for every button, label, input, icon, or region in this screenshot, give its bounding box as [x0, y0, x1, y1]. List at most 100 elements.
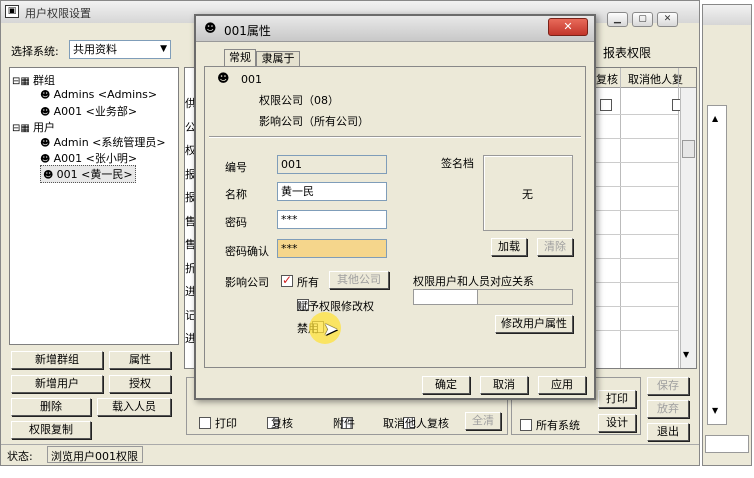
tree-item-label: 用户	[33, 120, 56, 134]
name-label: 名称	[225, 188, 247, 201]
tree-item-label: 001 <黄一民>	[56, 168, 133, 181]
scroll-thumb[interactable]	[682, 140, 695, 158]
secondary-titlebar	[703, 5, 751, 25]
signature-box: 无	[483, 155, 573, 231]
properties-dialog: ☻ 001属性 ✕ 常规 隶属于 ☻ 001 权限公司（08） 影响公司（所有公…	[194, 14, 596, 400]
add-group-button[interactable]: 新增群组	[11, 351, 103, 369]
col-header-review: 复核	[596, 73, 618, 86]
clear-all-button[interactable]: 全清	[465, 412, 501, 430]
col-header-cancel-review: 取消他人复	[628, 73, 683, 86]
tree-group-node[interactable]: ⊟▦ 群组	[12, 72, 55, 88]
id-label: 编号	[225, 161, 247, 174]
all-systems-label: 所有系统	[536, 419, 580, 432]
tab-panel: ☻ 001 权限公司（08） 影响公司（所有公司） 编号 001 名称 黄一民 …	[204, 66, 586, 368]
bottom-checkbox-label: 附件	[333, 417, 355, 430]
tree-item[interactable]: ☻ Admins <Admins>	[40, 88, 157, 101]
bottom-checkbox-label: 取消他人复核	[383, 417, 449, 430]
user-id-text: 001	[241, 73, 262, 86]
user-icon: ☻	[217, 71, 230, 85]
load-staff-button[interactable]: 载入人员	[97, 398, 171, 416]
password-input[interactable]: ***	[277, 210, 387, 229]
system-value: 共用资料	[73, 43, 117, 56]
tab-belongs-to[interactable]: 隶属于	[256, 51, 300, 67]
name-input[interactable]: 黄一民	[277, 182, 387, 201]
password-confirm-input[interactable]: ***	[277, 239, 387, 258]
all-companies-checkbox[interactable]: ✓	[281, 273, 293, 287]
perm-company-text: 权限公司（08）	[259, 94, 339, 107]
user-icon: ☻	[43, 170, 57, 181]
folder-icon: ▦	[20, 76, 34, 87]
relation-field[interactable]	[413, 289, 573, 305]
print-design-button[interactable]: 打印	[598, 390, 636, 408]
modify-user-button[interactable]: 修改用户属性	[495, 315, 573, 333]
cancel-button[interactable]: 取消	[480, 376, 528, 394]
all-systems-checkbox[interactable]	[520, 419, 532, 431]
chevron-down-icon: ▼	[160, 44, 167, 54]
tree-item[interactable]: ☻ A001 <张小明>	[40, 150, 137, 166]
status-text-box: 浏览用户001权限	[47, 446, 143, 463]
main-title: 用户权限设置	[25, 7, 91, 20]
ok-button[interactable]: 确定	[422, 376, 470, 394]
exit-button[interactable]: 退出	[647, 423, 689, 441]
bottom-checkbox[interactable]	[199, 417, 211, 429]
separator	[209, 136, 581, 138]
user-icon: ☻	[40, 153, 54, 165]
tab-general[interactable]: 常规	[224, 49, 256, 67]
grid-scrollbar[interactable]: ▼	[680, 88, 696, 368]
scroll-down-arrow[interactable]: ▼	[712, 406, 718, 415]
folder-icon: ▦	[20, 122, 34, 134]
dialog-titlebar: ☻ 001属性 ✕	[196, 16, 594, 42]
tree-item-label: 群组	[33, 74, 56, 87]
system-select[interactable]: 共用资料 ▼	[69, 40, 171, 59]
all-companies-label: 所有	[297, 276, 319, 289]
effect-company-text: 影响公司（所有公司）	[259, 115, 369, 128]
clear-button[interactable]: 清除	[537, 238, 573, 256]
close-button[interactable]: ✕	[657, 12, 678, 27]
grid-checkbox[interactable]	[600, 99, 612, 111]
design-button[interactable]: 设计	[598, 414, 636, 432]
checkmark-icon: ✓	[282, 273, 293, 287]
other-company-button[interactable]: 其他公司	[329, 271, 389, 289]
add-user-button[interactable]: 新增用户	[11, 375, 103, 393]
maximize-button[interactable]: ▢	[632, 12, 653, 27]
signature-text: 无	[522, 188, 533, 201]
grant-permission-label: 赋予权限修改权	[297, 300, 374, 313]
bottom-checkbox-label: 打印	[215, 417, 237, 430]
user-icon: ☻	[40, 107, 54, 118]
status-label: 状态:	[7, 450, 33, 463]
tree-item-label: Admins <Admins>	[53, 87, 158, 101]
properties-button[interactable]: 属性	[109, 351, 171, 369]
tree-item-label: A001 <张小明>	[53, 151, 138, 165]
dialog-close-button[interactable]: ✕	[548, 18, 588, 36]
tab-belongs-to-label: 隶属于	[261, 52, 295, 65]
mouse-cursor-icon: ➤	[323, 319, 339, 340]
minimize-button[interactable]: ▁	[607, 12, 628, 27]
signature-label: 签名档	[441, 157, 474, 170]
discard-button[interactable]: 放弃	[647, 400, 689, 418]
apply-button[interactable]: 应用	[538, 376, 586, 394]
scroll-down-arrow[interactable]: ▼	[683, 350, 689, 359]
tree-group-node[interactable]: ⊟▦ 用户	[12, 119, 55, 135]
user-icon: ☻	[40, 89, 54, 101]
user-icon: ☻	[40, 138, 54, 149]
tree-item[interactable]: ☻ 001 <黄一民>	[40, 165, 136, 183]
effect-company-label: 影响公司	[225, 276, 269, 289]
dialog-title: 001属性	[224, 24, 271, 38]
save-button[interactable]: 保存	[647, 377, 689, 395]
tree-item[interactable]: ☻ A001 <业务部>	[40, 103, 137, 119]
tree-item-label: A001 <业务部>	[53, 105, 138, 118]
report-permission-header: 报表权限	[603, 46, 652, 60]
scroll-up-arrow[interactable]: ▲	[712, 114, 718, 123]
tree-item[interactable]: ☻ Admin <系统管理员>	[40, 134, 166, 150]
tab-general-label: 常规	[229, 51, 251, 64]
id-field: 001	[277, 155, 387, 174]
relation-label: 权限用户和人员对应关系	[413, 275, 534, 288]
authorize-button[interactable]: 授权	[109, 375, 171, 393]
status-bar: 状态: 浏览用户001权限	[1, 444, 699, 465]
status-text: 浏览用户001权限	[51, 450, 138, 463]
copy-permission-button[interactable]: 权限复制	[11, 421, 91, 439]
delete-button[interactable]: 删除	[11, 398, 91, 416]
app-icon: ▣	[5, 5, 19, 18]
secondary-window: ▲ ▼	[702, 4, 752, 466]
load-button[interactable]: 加载	[491, 238, 527, 256]
